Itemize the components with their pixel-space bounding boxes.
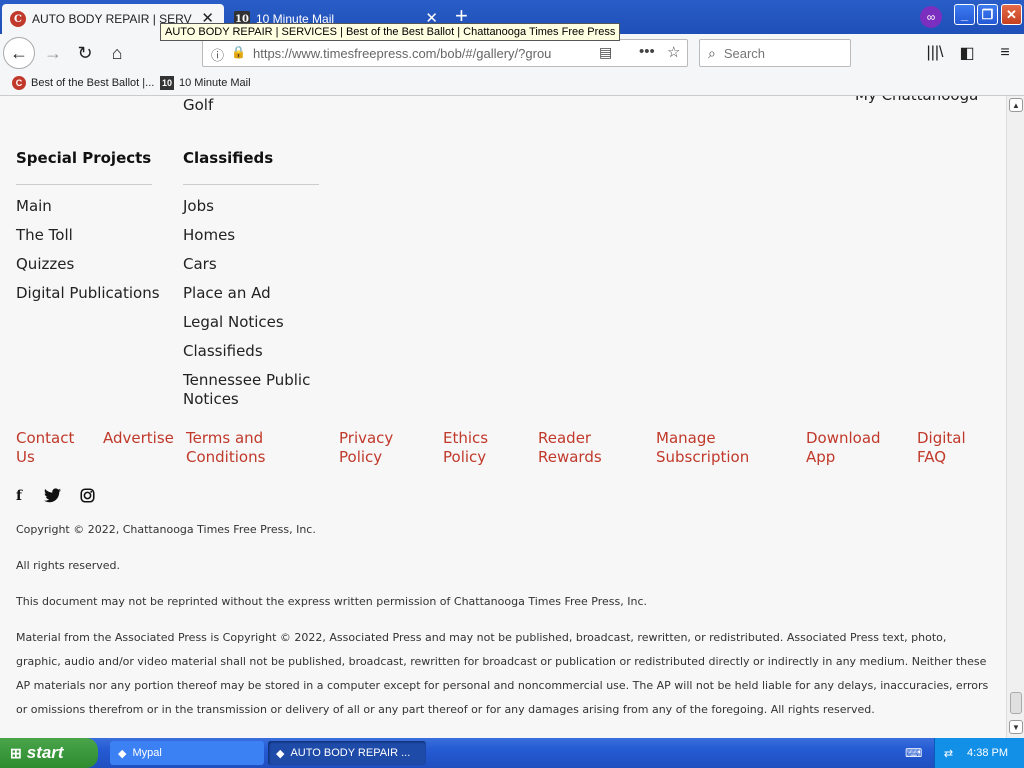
reload-icon[interactable]: ↻ <box>70 38 100 68</box>
tab-tooltip: AUTO BODY REPAIR | SERVICES | Best of th… <box>160 23 621 41</box>
link-jobs[interactable]: Jobs <box>183 197 214 216</box>
task-label: AUTO BODY REPAIR ... <box>290 747 411 759</box>
private-mask-icon: ∞ <box>920 6 942 28</box>
link-the-toll[interactable]: The Toll <box>16 226 73 245</box>
divider <box>16 184 152 185</box>
divider <box>183 184 319 185</box>
mypal-app-icon: ◆ <box>276 747 285 760</box>
facebook-icon[interactable]: f <box>16 488 22 504</box>
footer-link-contact-us[interactable]: Contact Us <box>16 429 86 467</box>
twitter-icon[interactable] <box>44 488 61 507</box>
back-arrow-icon[interactable]: ← <box>3 37 35 69</box>
footer-link-digital-faq[interactable]: Digital FAQ <box>917 429 987 467</box>
hamburger-menu-icon[interactable]: ≡ <box>990 38 1020 68</box>
sidebar-icon[interactable]: ◧ <box>952 38 982 68</box>
bookmark-best-of-the-best[interactable]: C Best of the Best Ballot |... <box>12 76 154 90</box>
link-main[interactable]: Main <box>16 197 52 216</box>
footer-link-terms-and-conditions[interactable]: Terms and Conditions <box>186 429 296 467</box>
task-label: Mypal <box>132 747 162 759</box>
footer-link-reader-rewards[interactable]: Reader Rewards <box>538 429 618 467</box>
link-tennessee-public-notices[interactable]: Tennessee Public Notices <box>183 371 313 409</box>
forward-arrow-icon[interactable]: → <box>38 38 68 68</box>
footer-link-download-app[interactable]: Download App <box>806 429 896 467</box>
footer-link-advertise[interactable]: Advertise <box>103 429 183 448</box>
network-icon[interactable]: ⇄ <box>944 747 953 760</box>
bookmark-label: Best of the Best Ballot |... <box>31 77 155 89</box>
reader-view-icon[interactable]: ▤ <box>599 44 612 61</box>
mypal-app-icon: ◆ <box>118 747 127 760</box>
insecure-lock-icon[interactable]: 🔒 <box>231 45 246 59</box>
footer-link-privacy-policy[interactable]: Privacy Policy <box>339 429 409 467</box>
keyboard-icon[interactable]: ⌨ <box>905 746 922 760</box>
link-place-an-ad[interactable]: Place an Ad <box>183 284 271 303</box>
taskbar-item-auto-body-repair[interactable]: ◆ AUTO BODY REPAIR ... <box>268 741 426 765</box>
link-homes[interactable]: Homes <box>183 226 235 245</box>
search-field[interactable]: ⌕ Search <box>699 39 851 67</box>
rights-text: All rights reserved. <box>16 559 121 572</box>
info-icon[interactable]: ⓘ <box>211 45 224 64</box>
bookmark-10-minute-mail[interactable]: 10 10 Minute Mail <box>160 76 251 90</box>
start-label: start <box>26 743 64 762</box>
minimize-button[interactable]: _ <box>954 4 975 25</box>
address-bar[interactable]: ⓘ 🔒 https://www.timesfreepress.com/bob/#… <box>202 39 688 67</box>
vertical-scrollbar[interactable]: ▲ ▼ <box>1006 96 1024 738</box>
scroll-up-icon[interactable]: ▲ <box>1009 98 1023 112</box>
system-tray: ⇄ 4:38 PM <box>934 738 1024 768</box>
bookmarks-toolbar: C Best of the Best Ballot |... 10 10 Min… <box>0 72 1024 96</box>
link-legal-notices[interactable]: Legal Notices <box>183 313 284 332</box>
bookmark-star-icon[interactable]: ☆ <box>667 43 680 61</box>
bookmark-label: 10 Minute Mail <box>179 77 251 89</box>
twitter-bird-icon <box>44 488 61 503</box>
times-free-press-favicon-icon: C <box>10 11 26 27</box>
scroll-down-icon[interactable]: ▼ <box>1009 720 1023 734</box>
copyright-text: Copyright © 2022, Chattanooga Times Free… <box>16 523 316 536</box>
link-cars[interactable]: Cars <box>183 255 217 274</box>
start-button[interactable]: ⊞ start <box>0 738 98 768</box>
instagram-icon[interactable] <box>80 488 95 507</box>
classifieds-heading: Classifieds <box>183 149 274 167</box>
scroll-thumb[interactable] <box>1010 692 1022 714</box>
window-close-button[interactable]: ✕ <box>1001 4 1022 25</box>
link-digital-publications[interactable]: Digital Publications <box>16 284 160 303</box>
special-projects-heading: Special Projects <box>16 149 152 167</box>
windows-taskbar: ⊞ start ◆ Mypal ◆ AUTO BODY REPAIR ... ⌨… <box>0 738 1024 768</box>
search-icon: ⌕ <box>708 44 716 61</box>
windows-logo-icon: ⊞ <box>10 744 22 761</box>
footer-link-golf[interactable]: Golf <box>183 96 213 115</box>
link-classifieds[interactable]: Classifieds <box>183 342 263 361</box>
taskbar-item-mypal[interactable]: ◆ Mypal <box>110 741 264 765</box>
search-placeholder: Search <box>723 45 766 61</box>
link-quizzes[interactable]: Quizzes <box>16 255 74 274</box>
clock[interactable]: 4:38 PM <box>967 747 1008 759</box>
restore-button[interactable]: ❐ <box>977 4 998 25</box>
footer-link-manage-subscription[interactable]: Manage Subscription <box>656 429 756 467</box>
ap-copyright-notice: Material from the Associated Press is Co… <box>16 631 989 716</box>
page-content: Golf My Chattanooga Special Projects Mai… <box>0 96 1006 738</box>
library-icon[interactable]: |||\ <box>920 38 950 68</box>
footer-link-ethics-policy[interactable]: Ethics Policy <box>443 429 513 467</box>
footer-link-my-chattanooga[interactable]: My Chattanooga <box>855 96 978 105</box>
times-free-press-favicon-icon: C <box>12 76 26 90</box>
page-actions-icon[interactable]: ••• <box>639 43 655 60</box>
url-text: https://www.timesfreepress.com/bob/#/gal… <box>253 45 552 61</box>
home-icon[interactable]: ⌂ <box>102 38 132 68</box>
reprint-notice: This document may not be reprinted witho… <box>16 595 648 608</box>
ten-minute-mail-favicon-icon: 10 <box>160 76 174 90</box>
instagram-camera-icon <box>80 488 95 503</box>
